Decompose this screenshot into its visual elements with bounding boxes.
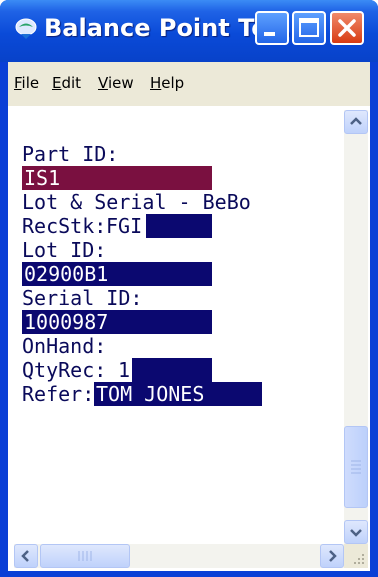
menu-help[interactable]: Help [150,74,184,92]
refer-input[interactable]: TOM JONES [94,382,262,406]
serial-id-input[interactable]: 1000987 [22,310,212,334]
resize-grip-icon [354,554,364,564]
lot-id-value: 02900B1 [24,262,109,286]
onhand-label: OnHand: [22,334,107,358]
app-icon[interactable] [14,18,38,40]
menu-file[interactable]: File [14,74,39,92]
minimize-icon [264,32,275,36]
chevron-up-icon [350,117,362,125]
qtyrec-input[interactable] [132,358,212,382]
maximize-button[interactable] [292,11,326,45]
minimize-button[interactable] [255,11,289,45]
recstk-label: RecStk: [22,214,107,238]
menu-help-accel: H [150,74,162,92]
menu-edit[interactable]: Edit [52,74,81,92]
title-bar[interactable]: Balance Point Tec... [0,0,378,62]
vertical-scrollbar[interactable] [344,110,368,544]
horizontal-scrollbar[interactable] [14,544,344,568]
close-icon [338,19,356,37]
scroll-down-button[interactable] [344,520,368,544]
menu-help-rest: elp [161,74,185,92]
resize-grip[interactable] [344,544,368,568]
menu-view-accel: V [98,74,108,92]
part-id-input[interactable]: IS1 [22,166,212,190]
chevron-left-icon [21,550,29,562]
qtyrec-label: QtyRec: [22,358,107,382]
horizontal-scroll-thumb[interactable] [40,544,130,568]
scroll-left-button[interactable] [14,544,38,568]
menu-view-rest: iew [107,74,134,92]
vertical-scroll-thumb[interactable] [344,426,368,508]
part-id-value: IS1 [24,166,61,190]
maximize-icon [299,18,319,37]
lot-id-input[interactable]: 02900B1 [22,262,212,286]
menu-edit-rest: dit [61,74,82,92]
grip-lines-icon [78,551,92,561]
qtyrec-value: 1 [118,358,131,382]
form-area: Part ID: IS1 Lot & Serial - BeBo RecStk:… [8,106,370,571]
menu-bar: File Edit View Help [8,62,370,106]
chevron-down-icon [350,529,362,537]
recstk-value: FGI [106,214,143,238]
app-window: Balance Point Tec... File Edit View Help… [0,0,378,577]
chevron-right-icon [329,550,337,562]
lot-id-label: Lot ID: [22,238,107,262]
refer-value: TOM JONES [96,382,205,406]
grip-lines-icon [351,460,361,474]
recstk-input[interactable] [146,214,212,238]
scroll-up-button[interactable] [344,110,368,134]
lot-serial-line: Lot & Serial - BeBo [22,190,251,214]
refer-label: Refer: [22,382,95,406]
serial-id-label: Serial ID: [22,286,143,310]
menu-file-rest: ile [21,74,40,92]
serial-id-value: 1000987 [24,310,109,334]
menu-view[interactable]: View [98,74,134,92]
part-id-label: Part ID: [22,142,119,166]
scroll-right-button[interactable] [320,544,344,568]
close-button[interactable] [330,11,364,45]
menu-file-accel: F [14,74,22,92]
